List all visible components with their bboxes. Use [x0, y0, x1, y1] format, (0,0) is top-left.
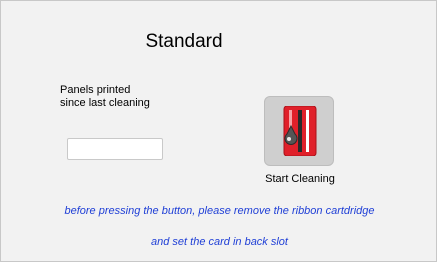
panels-printed-field[interactable]	[67, 138, 163, 160]
page-title: Standard	[145, 31, 223, 52]
start-cleaning-button[interactable]	[264, 96, 334, 166]
instruction-line-2: and set the card in back slot	[151, 236, 288, 248]
instruction-line-1: before pressing the button, please remov…	[64, 205, 375, 217]
cleaning-panel: Standard Panels printed since last clean…	[0, 0, 437, 262]
panels-printed-label: Panels printed since last cleaning	[60, 84, 150, 110]
start-cleaning-label: Start Cleaning	[265, 173, 335, 185]
cleaning-card-icon	[283, 106, 317, 156]
panels-printed-label-line2: since last cleaning	[60, 97, 150, 109]
panels-printed-label-line1: Panels printed	[60, 84, 131, 96]
